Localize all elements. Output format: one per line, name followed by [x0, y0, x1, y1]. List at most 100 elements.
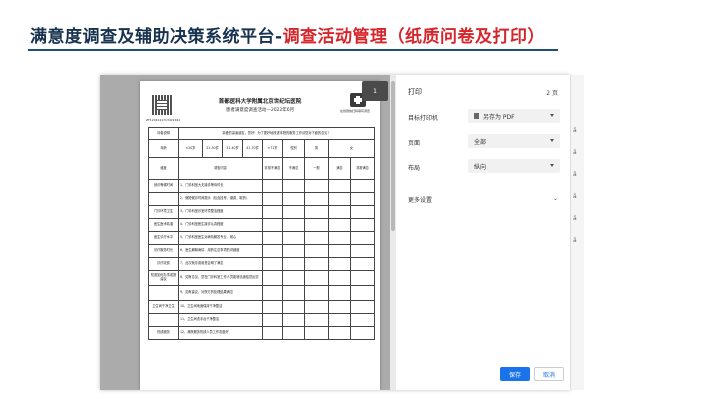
print-title: 打印 [408, 88, 422, 96]
medical-icon-caption: 在线微信扫码填写调查 [340, 109, 371, 113]
table-cell: >71岁 [262, 139, 283, 158]
table-cell [262, 257, 283, 271]
table-cell: 10、卫生间地面保持干净整洁 [178, 300, 263, 314]
table-row: 维度 调查内容 非常不满意 不满意 一般 满意 非常满意 [148, 157, 375, 180]
printer-select[interactable]: 另存为 PDF [468, 109, 560, 123]
table-cell [304, 313, 329, 327]
background-window-edge: ä ä ä ä ä ä [570, 75, 584, 390]
table-row: 就诊等候时间 1、门诊科室大夫接诊等待时长 [148, 179, 375, 193]
table-cell [304, 192, 329, 206]
table-row: 年龄 <20岁 21-30岁 31-40岁 41-70岁 >71岁 性别男女 [148, 139, 375, 158]
table-cell: 满意 [328, 157, 351, 180]
qr-caption: ZF1202241713422461 [146, 118, 181, 122]
printer-label: 目标打印机 [408, 115, 439, 122]
table-cell [304, 300, 329, 314]
page-count: 2 页 [546, 90, 558, 97]
table-cell [304, 270, 329, 286]
table-cell [282, 257, 305, 271]
table-cell [350, 192, 375, 206]
layout-select[interactable]: 纵向 [468, 159, 560, 173]
table-cell [282, 179, 305, 193]
table-row: 11、卫生间洗手台干净整洁 [148, 313, 375, 327]
chevron-down-icon[interactable]: ⌄ [553, 195, 558, 202]
table-cell: 医生医术精湛 [148, 218, 179, 232]
questionnaire-table: 问卷说明 亲爱的患者朋友，您好！为了更好地改进本院的服务工作请您对下面的意见！ 年龄… [148, 127, 375, 340]
pages-select[interactable]: 全部 [468, 134, 560, 148]
table-cell: 非常不满意 [262, 157, 283, 180]
table-cell: 2、缩短候诊时间提示（包含挂号、缴费、取药） [178, 192, 263, 206]
table-row: 诊疗服务时长 6、医生解释病情、用药注意事项的详细度 [148, 244, 375, 258]
table-cell [304, 179, 329, 193]
print-preview-area[interactable]: ZF1202241713422461 首都医科大学附属北京世纪坛医院 患者满意度… [100, 75, 390, 390]
table-cell [350, 244, 375, 258]
table-cell [328, 270, 351, 286]
table-row: 问卷说明 亲爱的患者朋友，您好！为了更好地改进本院的服务工作请您对下面的意见！ [148, 127, 375, 140]
pages-label: 页面 [408, 140, 421, 147]
table-cell: 诊疗服务时长 [148, 244, 179, 258]
table-cell [328, 218, 351, 232]
table-cell: 亲爱的患者朋友，您好！为了更好地改进本院的服务工作请您对下面的意见！ [178, 127, 375, 140]
table-cell [262, 300, 283, 314]
table-cell [282, 270, 305, 286]
table-cell [304, 285, 329, 301]
table-cell [304, 326, 329, 340]
chevron-down-icon [550, 139, 554, 142]
printer-value: 另存为 PDF [483, 113, 515, 121]
table-cell [350, 257, 375, 271]
table-cell [282, 300, 305, 314]
slide: 满意度调查及辅助决策系统平台-调查活动管理（纸质问卷及打印） ZF1202241… [0, 0, 720, 405]
table-cell: 年龄 [148, 139, 179, 158]
table-cell: 8、如有意见，您在门诊科室工作人员能够迅速给您反馈 [178, 270, 263, 286]
edge-char: ä [573, 193, 577, 200]
table-cell: 就诊等候时间 [148, 179, 179, 193]
edge-char: ä [573, 149, 577, 156]
table-cell [262, 326, 283, 340]
scrollbar-thumb[interactable] [391, 81, 395, 231]
table-cell [350, 300, 375, 314]
table-cell [282, 313, 305, 327]
file-icon [474, 113, 479, 119]
table-row: 门诊环境卫生 3、门诊科室诊室环境整洁程度 [148, 205, 375, 219]
table-cell [350, 231, 375, 245]
save-button[interactable]: 保存 [500, 367, 530, 381]
table-cell [148, 285, 179, 301]
table-cell: 知道如何办事或提建议 [148, 270, 179, 286]
table-cell [282, 218, 305, 232]
table-cell [328, 192, 351, 206]
table-cell [282, 205, 305, 219]
table-cell [350, 270, 375, 286]
table-cell [262, 313, 283, 327]
table-cell [262, 218, 283, 232]
title-underline [28, 49, 558, 51]
table-cell [148, 313, 179, 327]
more-settings-toggle[interactable]: 更多设置 [408, 195, 432, 204]
edge-char: ä [573, 237, 577, 244]
table-cell [304, 257, 329, 271]
table-cell [282, 231, 305, 245]
table-cell: 男 [304, 139, 329, 158]
chevron-down-icon [550, 164, 554, 167]
print-dialog-screenshot: ZF1202241713422461 首都医科大学附属北京世纪坛医院 患者满意度… [100, 75, 570, 390]
table-cell: 性别 [282, 139, 305, 158]
table-cell: 非常满意 [350, 157, 375, 180]
layout-label: 布局 [408, 165, 421, 172]
table-cell: 5、门诊科室医生对病情解答专业、耐心 [178, 231, 263, 245]
table-cell [328, 205, 351, 219]
table-cell: 门诊环境卫生 [148, 205, 179, 219]
table-cell [262, 285, 283, 301]
table-cell: 维度 [148, 157, 179, 180]
table-row: 2、缩短候诊时间提示（包含挂号、缴费、取药） [148, 192, 375, 206]
edge-char: ä [573, 215, 577, 222]
edge-char: ä [573, 171, 577, 178]
table-cell: 医生诊疗水平 [148, 231, 179, 245]
table-cell [262, 205, 283, 219]
table-row: 诊疗收费 7、此次就诊费用是否明了满意 [148, 257, 375, 271]
preview-page: ZF1202241713422461 首都医科大学附属北京世纪坛医院 患者满意度… [140, 81, 380, 390]
table-cell: 41-70岁 [242, 139, 263, 158]
table-cell [282, 326, 305, 340]
hospital-name: 首都医科大学附属北京世纪坛医院 [218, 99, 302, 105]
cancel-button[interactable]: 取消 [534, 367, 564, 381]
table-cell: 12、我院服务热线人员工作态度好 [178, 326, 263, 340]
table-cell [350, 285, 375, 301]
table-cell [262, 231, 283, 245]
